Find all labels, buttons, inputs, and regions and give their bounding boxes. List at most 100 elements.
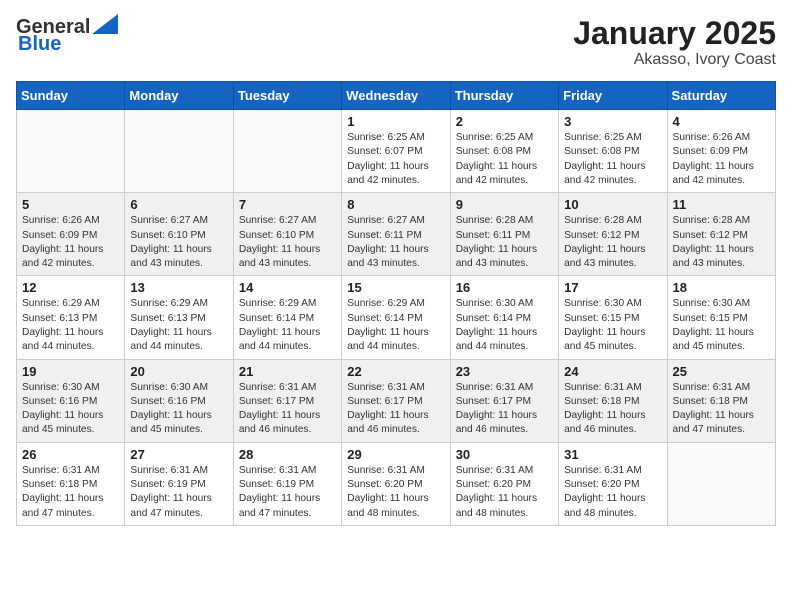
calendar-table: SundayMondayTuesdayWednesdayThursdayFrid… <box>16 81 776 526</box>
day-info: Sunrise: 6:30 AM Sunset: 6:15 PM Dayligh… <box>673 297 770 354</box>
weekday-header-row: SundayMondayTuesdayWednesdayThursdayFrid… <box>17 82 776 110</box>
day-info: Sunrise: 6:30 AM Sunset: 6:14 PM Dayligh… <box>456 297 553 354</box>
weekday-header-friday: Friday <box>559 82 667 110</box>
day-number: 24 <box>564 364 661 379</box>
day-info: Sunrise: 6:29 AM Sunset: 6:13 PM Dayligh… <box>130 297 227 354</box>
day-info: Sunrise: 6:25 AM Sunset: 6:08 PM Dayligh… <box>564 131 661 188</box>
logo-icon <box>92 14 118 34</box>
day-number: 9 <box>456 197 553 212</box>
day-info: Sunrise: 6:31 AM Sunset: 6:20 PM Dayligh… <box>564 464 661 521</box>
day-number: 4 <box>673 114 770 129</box>
page-header: General Blue January 2025 Akasso, Ivory … <box>16 16 776 69</box>
day-info: Sunrise: 6:26 AM Sunset: 6:09 PM Dayligh… <box>673 131 770 188</box>
day-info: Sunrise: 6:31 AM Sunset: 6:19 PM Dayligh… <box>130 464 227 521</box>
calendar-cell <box>233 110 341 193</box>
day-info: Sunrise: 6:29 AM Sunset: 6:14 PM Dayligh… <box>347 297 444 354</box>
day-number: 12 <box>22 280 119 295</box>
day-info: Sunrise: 6:31 AM Sunset: 6:20 PM Dayligh… <box>456 464 553 521</box>
day-info: Sunrise: 6:31 AM Sunset: 6:18 PM Dayligh… <box>673 381 770 438</box>
day-info: Sunrise: 6:27 AM Sunset: 6:10 PM Dayligh… <box>239 214 336 271</box>
day-info: Sunrise: 6:31 AM Sunset: 6:20 PM Dayligh… <box>347 464 444 521</box>
calendar-cell: 12 Sunrise: 6:29 AM Sunset: 6:13 PM Dayli… <box>17 276 125 359</box>
day-info: Sunrise: 6:25 AM Sunset: 6:08 PM Dayligh… <box>456 131 553 188</box>
calendar-cell <box>667 442 775 525</box>
weekday-header-tuesday: Tuesday <box>233 82 341 110</box>
calendar-cell: 22Sunrise: 6:31 AM Sunset: 6:17 PM Dayli… <box>342 359 450 442</box>
day-number: 11 <box>673 197 770 212</box>
calendar-cell <box>17 110 125 193</box>
calendar-cell: 3Sunrise: 6:25 AM Sunset: 6:08 PM Daylig… <box>559 110 667 193</box>
day-number: 18 <box>673 280 770 295</box>
calendar-cell: 5Sunrise: 6:26 AM Sunset: 6:09 PM Daylig… <box>17 193 125 276</box>
calendar-cell: 20 Sunrise: 6:30 AM Sunset: 6:16 PM Dayli… <box>125 359 233 442</box>
day-number: 23 <box>456 364 553 379</box>
calendar-cell: 4 Sunrise: 6:26 AM Sunset: 6:09 PM Daylig… <box>667 110 775 193</box>
calendar-cell: 6 Sunrise: 6:27 AM Sunset: 6:10 PM Daylig… <box>125 193 233 276</box>
day-info: Sunrise: 6:25 AM Sunset: 6:07 PM Dayligh… <box>347 131 444 188</box>
calendar-cell: 10Sunrise: 6:28 AM Sunset: 6:12 PM Dayli… <box>559 193 667 276</box>
day-info: Sunrise: 6:31 AM Sunset: 6:18 PM Dayligh… <box>564 381 661 438</box>
day-info: Sunrise: 6:28 AM Sunset: 6:12 PM Dayligh… <box>564 214 661 271</box>
calendar-cell: 28 Sunrise: 6:31 AM Sunset: 6:19 PM Dayli… <box>233 442 341 525</box>
calendar-cell: 16 Sunrise: 6:30 AM Sunset: 6:14 PM Dayli… <box>450 276 558 359</box>
calendar-cell: 30Sunrise: 6:31 AM Sunset: 6:20 PM Dayli… <box>450 442 558 525</box>
calendar-cell: 18 Sunrise: 6:30 AM Sunset: 6:15 PM Dayli… <box>667 276 775 359</box>
calendar-cell: 15 Sunrise: 6:29 AM Sunset: 6:14 PM Dayli… <box>342 276 450 359</box>
calendar-cell: 27Sunrise: 6:31 AM Sunset: 6:19 PM Dayli… <box>125 442 233 525</box>
day-info: Sunrise: 6:27 AM Sunset: 6:11 PM Dayligh… <box>347 214 444 271</box>
calendar-cell: 2 Sunrise: 6:25 AM Sunset: 6:08 PM Daylig… <box>450 110 558 193</box>
calendar-cell: 31 Sunrise: 6:31 AM Sunset: 6:20 PM Dayli… <box>559 442 667 525</box>
day-info: Sunrise: 6:29 AM Sunset: 6:14 PM Dayligh… <box>239 297 336 354</box>
location: Akasso, Ivory Coast <box>573 51 776 69</box>
day-info: Sunrise: 6:31 AM Sunset: 6:17 PM Dayligh… <box>456 381 553 438</box>
day-info: Sunrise: 6:31 AM Sunset: 6:17 PM Dayligh… <box>347 381 444 438</box>
day-number: 7 <box>239 197 336 212</box>
day-info: Sunrise: 6:30 AM Sunset: 6:16 PM Dayligh… <box>22 381 119 438</box>
week-row-3: 12 Sunrise: 6:29 AM Sunset: 6:13 PM Dayli… <box>17 276 776 359</box>
calendar-cell: 9 Sunrise: 6:28 AM Sunset: 6:11 PM Daylig… <box>450 193 558 276</box>
calendar-cell: 11Sunrise: 6:28 AM Sunset: 6:12 PM Dayli… <box>667 193 775 276</box>
logo-blue: Blue <box>18 33 61 56</box>
weekday-header-saturday: Saturday <box>667 82 775 110</box>
calendar-cell: 24 Sunrise: 6:31 AM Sunset: 6:18 PM Dayli… <box>559 359 667 442</box>
day-number: 1 <box>347 114 444 129</box>
day-number: 6 <box>130 197 227 212</box>
day-info: Sunrise: 6:31 AM Sunset: 6:19 PM Dayligh… <box>239 464 336 521</box>
day-number: 15 <box>347 280 444 295</box>
calendar-cell: 29 Sunrise: 6:31 AM Sunset: 6:20 PM Dayli… <box>342 442 450 525</box>
day-number: 2 <box>456 114 553 129</box>
week-row-4: 19 Sunrise: 6:30 AM Sunset: 6:16 PM Dayli… <box>17 359 776 442</box>
calendar-cell: 19 Sunrise: 6:30 AM Sunset: 6:16 PM Dayli… <box>17 359 125 442</box>
day-info: Sunrise: 6:28 AM Sunset: 6:11 PM Dayligh… <box>456 214 553 271</box>
calendar-cell: 21Sunrise: 6:31 AM Sunset: 6:17 PM Dayli… <box>233 359 341 442</box>
day-number: 29 <box>347 447 444 462</box>
day-number: 26 <box>22 447 119 462</box>
day-info: Sunrise: 6:30 AM Sunset: 6:16 PM Dayligh… <box>130 381 227 438</box>
weekday-header-sunday: Sunday <box>17 82 125 110</box>
month-year: January 2025 <box>573 16 776 51</box>
calendar-cell: 17Sunrise: 6:30 AM Sunset: 6:15 PM Dayli… <box>559 276 667 359</box>
calendar-cell: 7 Sunrise: 6:27 AM Sunset: 6:10 PM Daylig… <box>233 193 341 276</box>
day-number: 31 <box>564 447 661 462</box>
day-number: 16 <box>456 280 553 295</box>
calendar-cell: 14Sunrise: 6:29 AM Sunset: 6:14 PM Dayli… <box>233 276 341 359</box>
day-info: Sunrise: 6:31 AM Sunset: 6:18 PM Dayligh… <box>22 464 119 521</box>
calendar-cell: 25 Sunrise: 6:31 AM Sunset: 6:18 PM Dayli… <box>667 359 775 442</box>
week-row-2: 5Sunrise: 6:26 AM Sunset: 6:09 PM Daylig… <box>17 193 776 276</box>
calendar-cell: 1 Sunrise: 6:25 AM Sunset: 6:07 PM Daylig… <box>342 110 450 193</box>
day-info: Sunrise: 6:29 AM Sunset: 6:13 PM Dayligh… <box>22 297 119 354</box>
day-number: 20 <box>130 364 227 379</box>
day-number: 28 <box>239 447 336 462</box>
day-number: 8 <box>347 197 444 212</box>
calendar-cell: 8 Sunrise: 6:27 AM Sunset: 6:11 PM Daylig… <box>342 193 450 276</box>
logo: General Blue <box>16 16 118 56</box>
day-number: 25 <box>673 364 770 379</box>
day-info: Sunrise: 6:27 AM Sunset: 6:10 PM Dayligh… <box>130 214 227 271</box>
calendar-cell: 26 Sunrise: 6:31 AM Sunset: 6:18 PM Dayli… <box>17 442 125 525</box>
weekday-header-wednesday: Wednesday <box>342 82 450 110</box>
day-info: Sunrise: 6:30 AM Sunset: 6:15 PM Dayligh… <box>564 297 661 354</box>
week-row-1: 1 Sunrise: 6:25 AM Sunset: 6:07 PM Daylig… <box>17 110 776 193</box>
day-number: 19 <box>22 364 119 379</box>
month-title: January 2025 Akasso, Ivory Coast <box>573 16 776 69</box>
day-number: 21 <box>239 364 336 379</box>
